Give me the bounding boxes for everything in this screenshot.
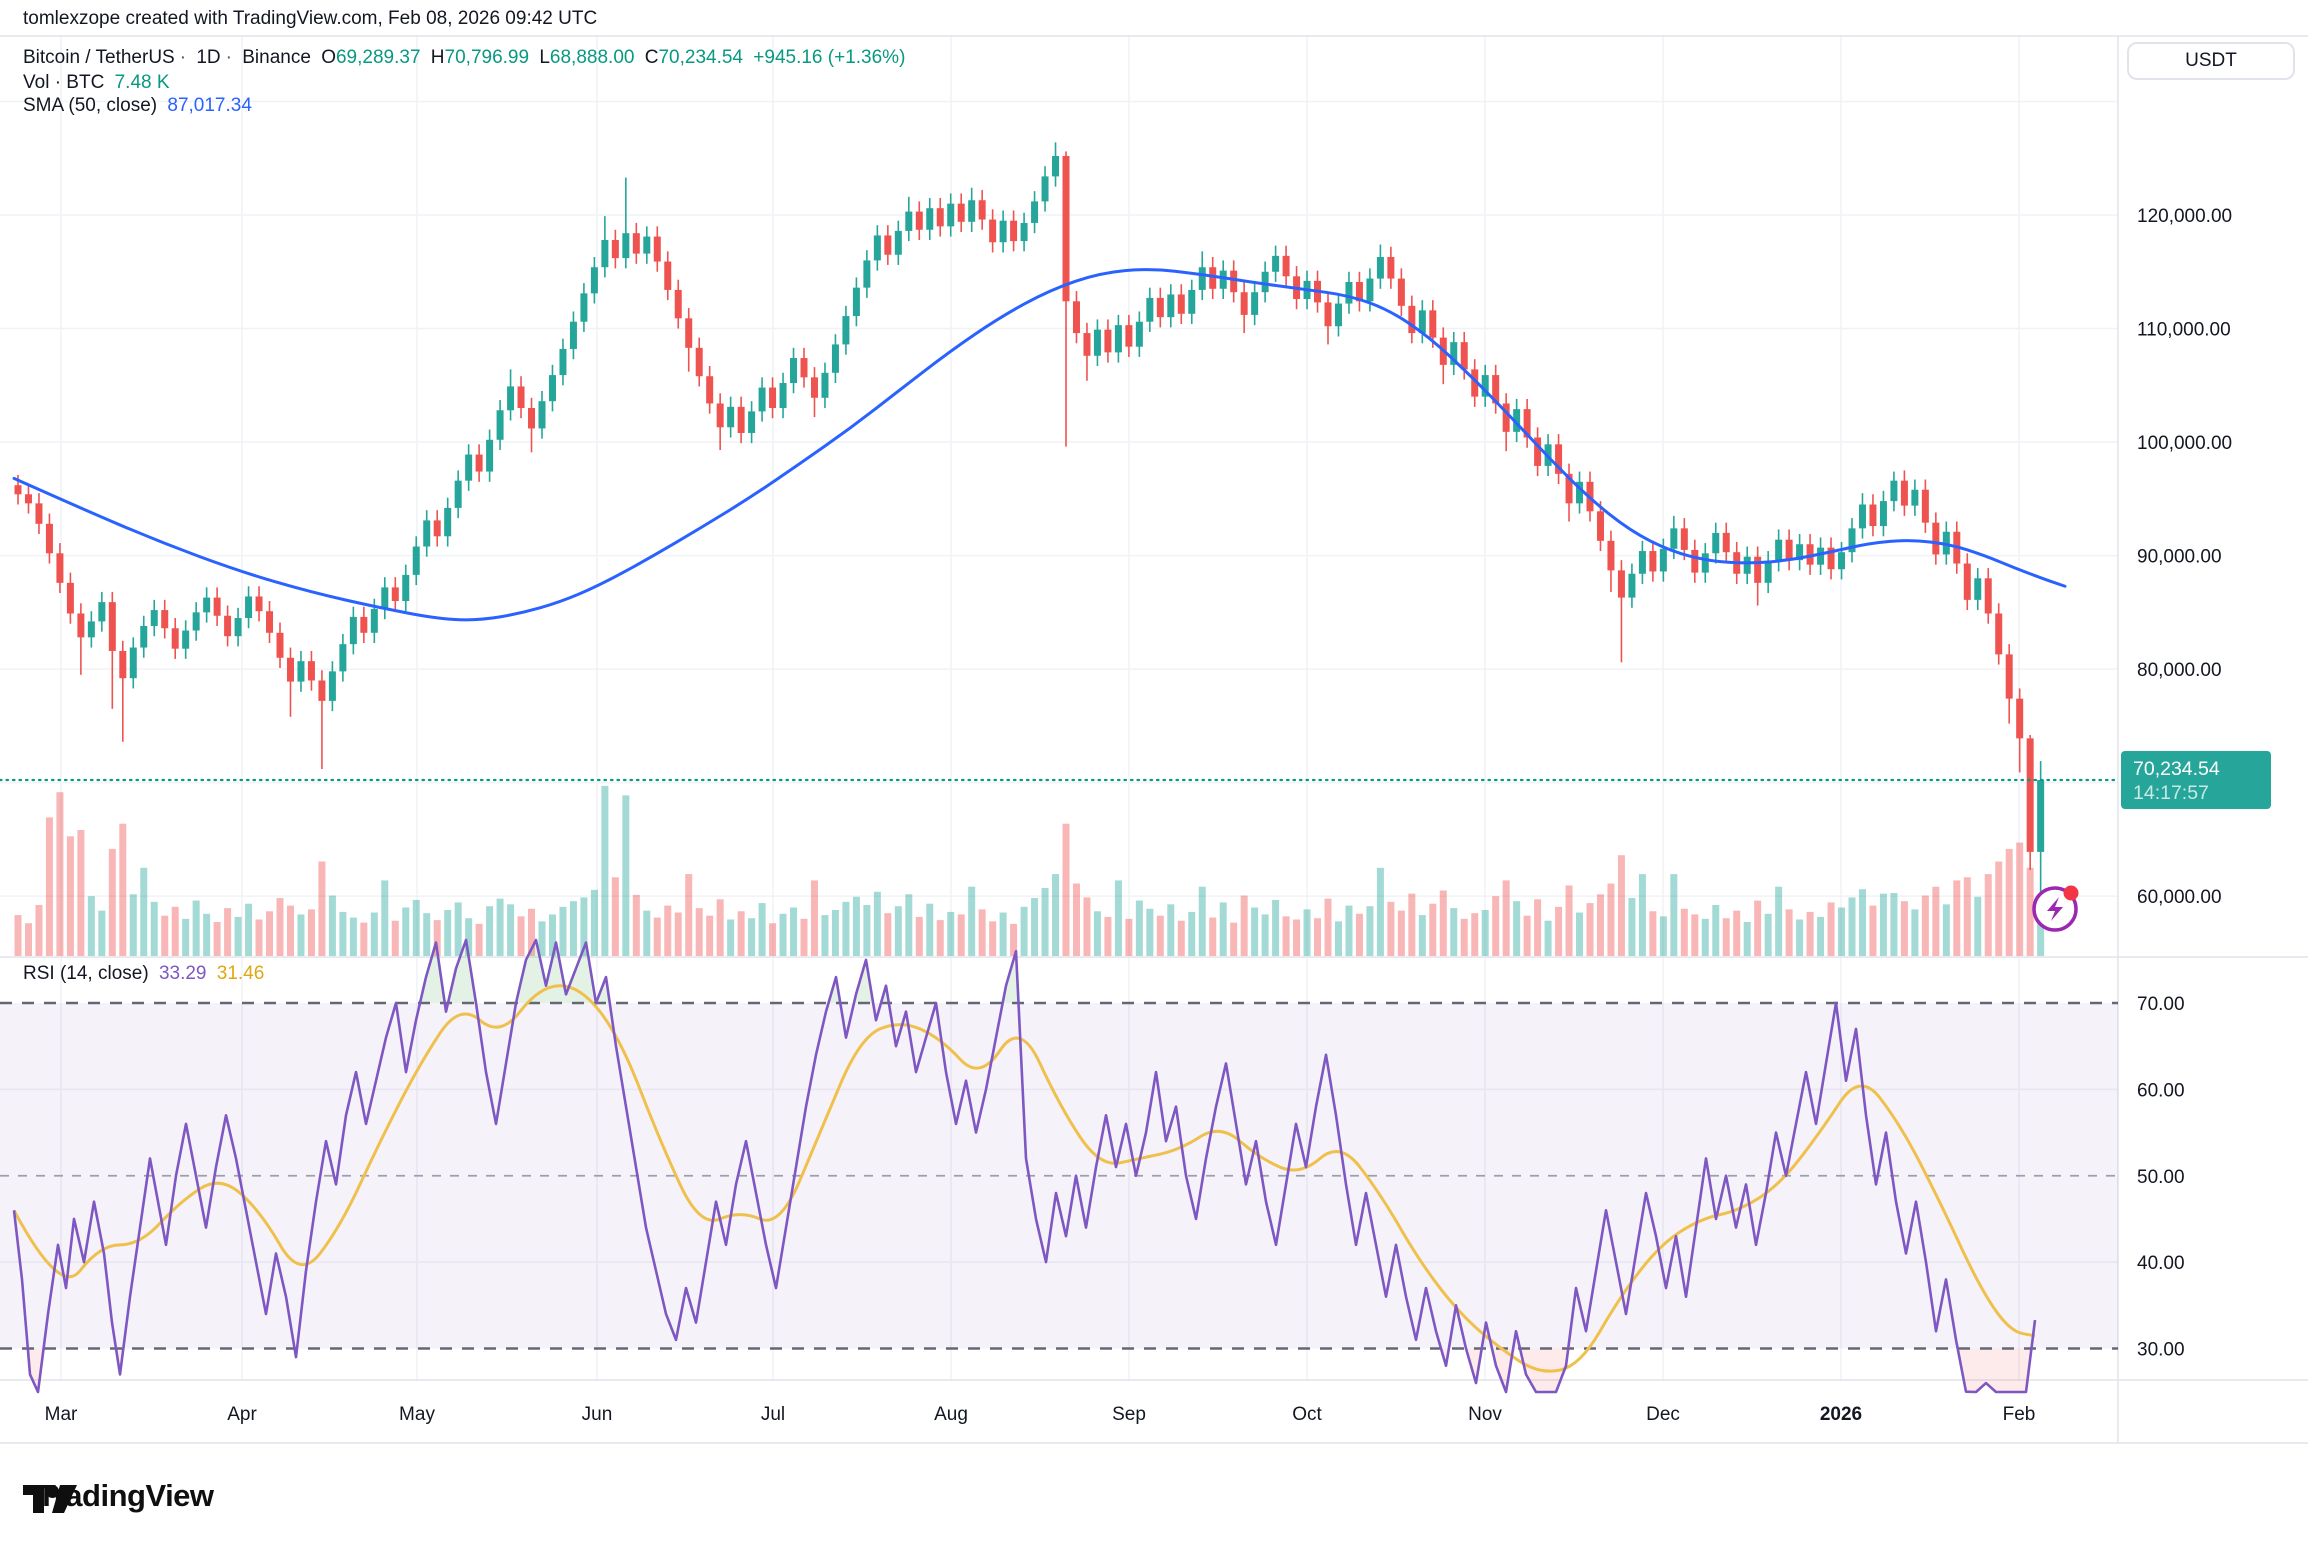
svg-text:Apr: Apr <box>227 1404 257 1425</box>
time-axis-labels[interactable]: Mar Apr May Jun Jul Aug Sep Oct Nov Dec 2026 Feb <box>45 1404 2036 1425</box>
symbol-legend[interactable]: Bitcoin / TetherUS· 1D· Binance O69,289.… <box>23 47 910 69</box>
sma-value: 87,017.34 <box>167 95 252 116</box>
svg-text:30.00: 30.00 <box>2137 1340 2185 1361</box>
interval-label[interactable]: 1D <box>196 47 220 68</box>
current-price-tag: 70,234.5414:17:57 <box>2121 751 2271 809</box>
svg-text:70,234.54: 70,234.54 <box>2133 758 2220 780</box>
svg-text:14:17:57: 14:17:57 <box>2133 782 2209 804</box>
svg-text:70.00: 70.00 <box>2137 994 2185 1015</box>
volume-label: Vol · BTC <box>23 72 104 93</box>
currency-axis-button[interactable]: USDT <box>2127 42 2295 80</box>
candlestick-chart-canvas[interactable]: 120,000.00 110,000.00 100,000.00 90,000.00 8… <box>0 0 2308 1560</box>
volume-value: 7.48 K <box>115 72 170 93</box>
attribution-text: tomlexzope created with TradingView.com,… <box>23 8 597 30</box>
svg-text:90,000.00: 90,000.00 <box>2137 547 2222 568</box>
sma-legend[interactable]: SMA (50, close) 87,017.34 <box>23 95 257 117</box>
symbol-name[interactable]: Bitcoin / TetherUS <box>23 47 175 68</box>
svg-text:Sep: Sep <box>1112 1404 1146 1425</box>
lightning-badge-icon[interactable] <box>2034 886 2079 931</box>
svg-text:Feb: Feb <box>2003 1404 2036 1425</box>
tradingview-logo[interactable]: TradingView <box>23 1478 214 1514</box>
svg-text:60,000.00: 60,000.00 <box>2137 887 2222 908</box>
svg-text:60.00: 60.00 <box>2137 1080 2185 1101</box>
close-label: C <box>645 47 659 68</box>
svg-text:May: May <box>399 1404 435 1425</box>
svg-text:Dec: Dec <box>1646 1404 1680 1425</box>
svg-text:Oct: Oct <box>1292 1404 1322 1425</box>
rsi-ma-value: 31.46 <box>217 963 265 984</box>
svg-text:100,000.00: 100,000.00 <box>2137 433 2232 454</box>
svg-text:80,000.00: 80,000.00 <box>2137 660 2222 681</box>
open-value: 69,289.37 <box>336 47 421 68</box>
volume-legend[interactable]: Vol · BTC 7.48 K <box>23 72 175 94</box>
svg-text:120,000.00: 120,000.00 <box>2137 206 2232 227</box>
tradingview-mark-icon <box>23 1478 79 1518</box>
svg-text:110,000.00: 110,000.00 <box>2137 320 2231 341</box>
rsi-axis-labels[interactable]: 70.00 60.00 50.00 40.00 30.00 <box>2137 994 2185 1361</box>
chart-root: 120,000.00 110,000.00 100,000.00 90,000.00 8… <box>0 0 2308 1560</box>
rsi-legend[interactable]: RSI (14, close) 33.29 31.46 <box>23 963 269 985</box>
rsi-label: RSI (14, close) <box>23 963 149 984</box>
sma-label: SMA (50, close) <box>23 95 157 116</box>
svg-text:40.00: 40.00 <box>2137 1253 2185 1274</box>
close-value: 70,234.54 <box>658 47 743 68</box>
svg-text:2026: 2026 <box>1820 1404 1862 1425</box>
svg-text:50.00: 50.00 <box>2137 1167 2185 1188</box>
low-label: L <box>539 47 550 68</box>
high-value: 70,796.99 <box>445 47 530 68</box>
change-value: +945.16 (+1.36%) <box>753 47 905 68</box>
open-label: O <box>321 47 336 68</box>
svg-text:Nov: Nov <box>1468 1404 1502 1425</box>
exchange-label[interactable]: Binance <box>242 47 311 68</box>
svg-text:Jul: Jul <box>761 1404 785 1425</box>
svg-text:Aug: Aug <box>934 1404 968 1425</box>
low-value: 68,888.00 <box>550 47 635 68</box>
svg-text:Jun: Jun <box>582 1404 613 1425</box>
volume-layer[interactable] <box>15 786 2045 956</box>
rsi-value: 33.29 <box>159 963 207 984</box>
svg-text:Mar: Mar <box>45 1404 78 1425</box>
high-label: H <box>431 47 445 68</box>
